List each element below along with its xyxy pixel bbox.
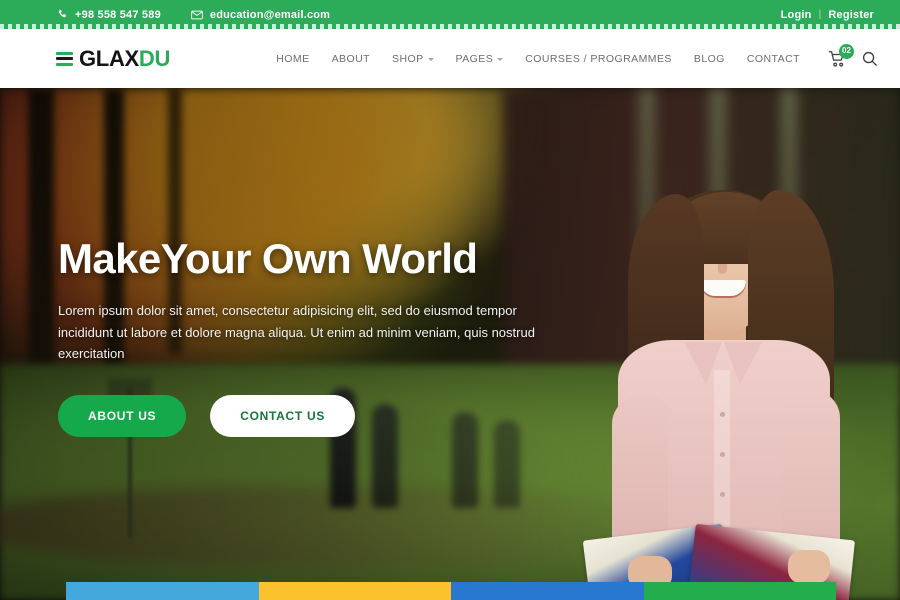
topbar-phone-label: +98 558 547 589 [75,8,161,21]
nav-label: CONTACT [746,52,800,65]
login-link[interactable]: Login [781,9,812,21]
logo-text: GLAXDU [79,45,171,71]
envelope-icon [191,9,203,21]
topbar-account-group: Login | Register [781,9,874,21]
hamburger-bars-icon [56,51,73,66]
topbar-phone[interactable]: +98 558 547 589 [56,9,161,21]
logo-text-primary: GLAX [79,45,139,71]
hero-cta-group: ABOUT US CONTACT US [58,394,578,437]
header-tools: 02 [828,43,878,68]
phone-icon [56,9,68,21]
cart-button[interactable]: 02 [828,43,854,68]
cart-count-badge: 02 [839,43,854,59]
nav-label: HOME [276,52,310,65]
feature-card-two[interactable] [258,582,451,600]
nav-label: SHOP [391,52,424,65]
feature-card-one[interactable] [66,582,259,600]
hero-banner: MakeYour Own World Lorem ipsum dolor sit… [0,88,900,600]
chevron-down-icon [427,57,434,61]
nav-label: PAGES [455,52,494,65]
page-root: +98 558 547 589 education@email.com Logi… [0,0,900,600]
logo-text-accent: DU [138,45,171,71]
chevron-down-icon [497,57,504,61]
topbar-email[interactable]: education@email.com [191,9,330,21]
topbar-contact-group: +98 558 547 589 education@email.com [56,9,330,21]
search-button[interactable] [862,51,878,67]
feature-card-strip [66,582,836,600]
account-separator: | [818,9,822,20]
contact-us-button[interactable]: CONTACT US [210,394,356,437]
nav-label: ABOUT [331,52,370,65]
smile [700,280,746,298]
student-photo [572,180,872,600]
nav-item-shop[interactable]: SHOP [392,53,434,65]
top-utility-bar: +98 558 547 589 education@email.com Logi… [0,0,900,29]
hero-title: MakeYour Own World [58,235,478,282]
site-header: GLAXDU HOME ABOUT SHOP PAGES COURSES / P… [0,29,900,88]
register-link[interactable]: Register [828,9,874,21]
nav-item-blog[interactable]: BLOG [694,53,725,65]
nav-item-pages[interactable]: PAGES [456,53,504,65]
nav-item-contact[interactable]: CONTACT [747,53,800,65]
nav-label: COURSES / PROGRAMMES [525,52,672,65]
hero-content: MakeYour Own World Lorem ipsum dolor sit… [58,235,578,437]
hero-paragraph: Lorem ipsum dolor sit amet, consectetur … [58,303,535,362]
nav-item-home[interactable]: HOME [276,53,309,65]
about-us-button[interactable]: ABOUT US [58,394,187,437]
nav-label: BLOG [693,52,725,65]
hand-right [788,550,830,584]
feature-card-three[interactable] [451,582,644,600]
topbar-email-label: education@email.com [209,8,331,21]
main-navigation: HOME ABOUT SHOP PAGES COURSES / PROGRAMM… [276,43,878,68]
nav-item-about[interactable]: ABOUT [332,53,370,65]
feature-card-four[interactable] [643,582,836,600]
site-logo[interactable]: GLAXDU [56,45,171,71]
search-icon [862,51,878,66]
nav-item-courses[interactable]: COURSES / PROGRAMMES [525,53,672,65]
